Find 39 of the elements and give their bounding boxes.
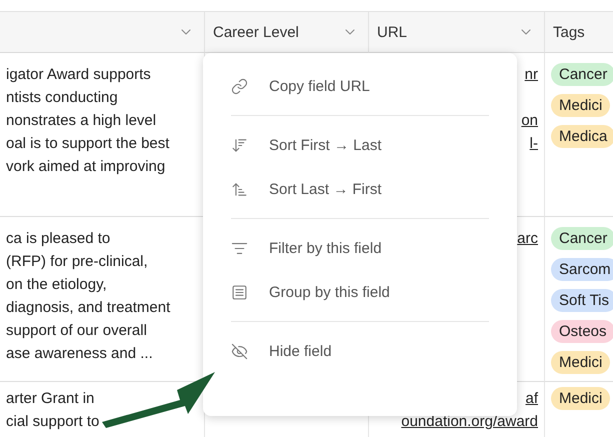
list-icon: [231, 284, 248, 300]
column-header[interactable]: Tags: [545, 11, 613, 53]
column-header[interactable]: Career Level: [205, 11, 369, 53]
description-text: ca is pleased to: [6, 229, 112, 249]
tag: Osteos: [551, 320, 613, 343]
description-text: nonstrates a high level: [6, 111, 158, 131]
sort-descending-icon: [231, 136, 248, 154]
column-title: Tags: [553, 24, 585, 40]
column-title: Career Level: [213, 24, 299, 40]
description-text: ntists conducting: [6, 88, 119, 108]
description-text: igator Award supports: [6, 65, 152, 85]
description-text: ase awareness and ...: [6, 344, 154, 364]
menu-item[interactable]: Filter by this field: [203, 226, 517, 270]
description-text: support of our overall: [6, 321, 148, 341]
link-icon: [231, 78, 248, 94]
menu-item[interactable]: Sort Last → First: [203, 167, 517, 211]
tag: Cancer: [551, 227, 613, 250]
description-text: cial support to: [6, 412, 100, 432]
description-text: vork aimed at improving: [6, 157, 166, 177]
description-text: diagnosis, and treatment: [6, 298, 172, 318]
column-header[interactable]: URL: [369, 11, 545, 53]
tag: Medica: [551, 125, 613, 148]
tag: Medici: [551, 387, 610, 410]
menu-item[interactable]: Sort First → Last: [203, 123, 517, 167]
description-text: on the etiology,: [6, 275, 108, 295]
sort-ascending-icon: [231, 180, 248, 198]
menu-item[interactable]: Hide field: [203, 329, 517, 373]
tag: Cancer: [551, 63, 613, 86]
tag: Soft Tis: [551, 289, 613, 312]
column-title: URL: [377, 24, 408, 40]
description-text: arter Grant in: [6, 389, 96, 409]
description-text: oal is to support the best: [6, 134, 170, 154]
description-text: (RFP) for pre-clinical,: [6, 252, 149, 272]
menu-item[interactable]: Copy field URL: [203, 64, 517, 108]
tag: Medici: [551, 351, 610, 374]
tag: Sarcom: [551, 258, 613, 281]
tag: Medici: [551, 94, 610, 117]
eye-off-icon: [231, 342, 248, 360]
menu-item[interactable]: Group by this field: [203, 270, 517, 314]
